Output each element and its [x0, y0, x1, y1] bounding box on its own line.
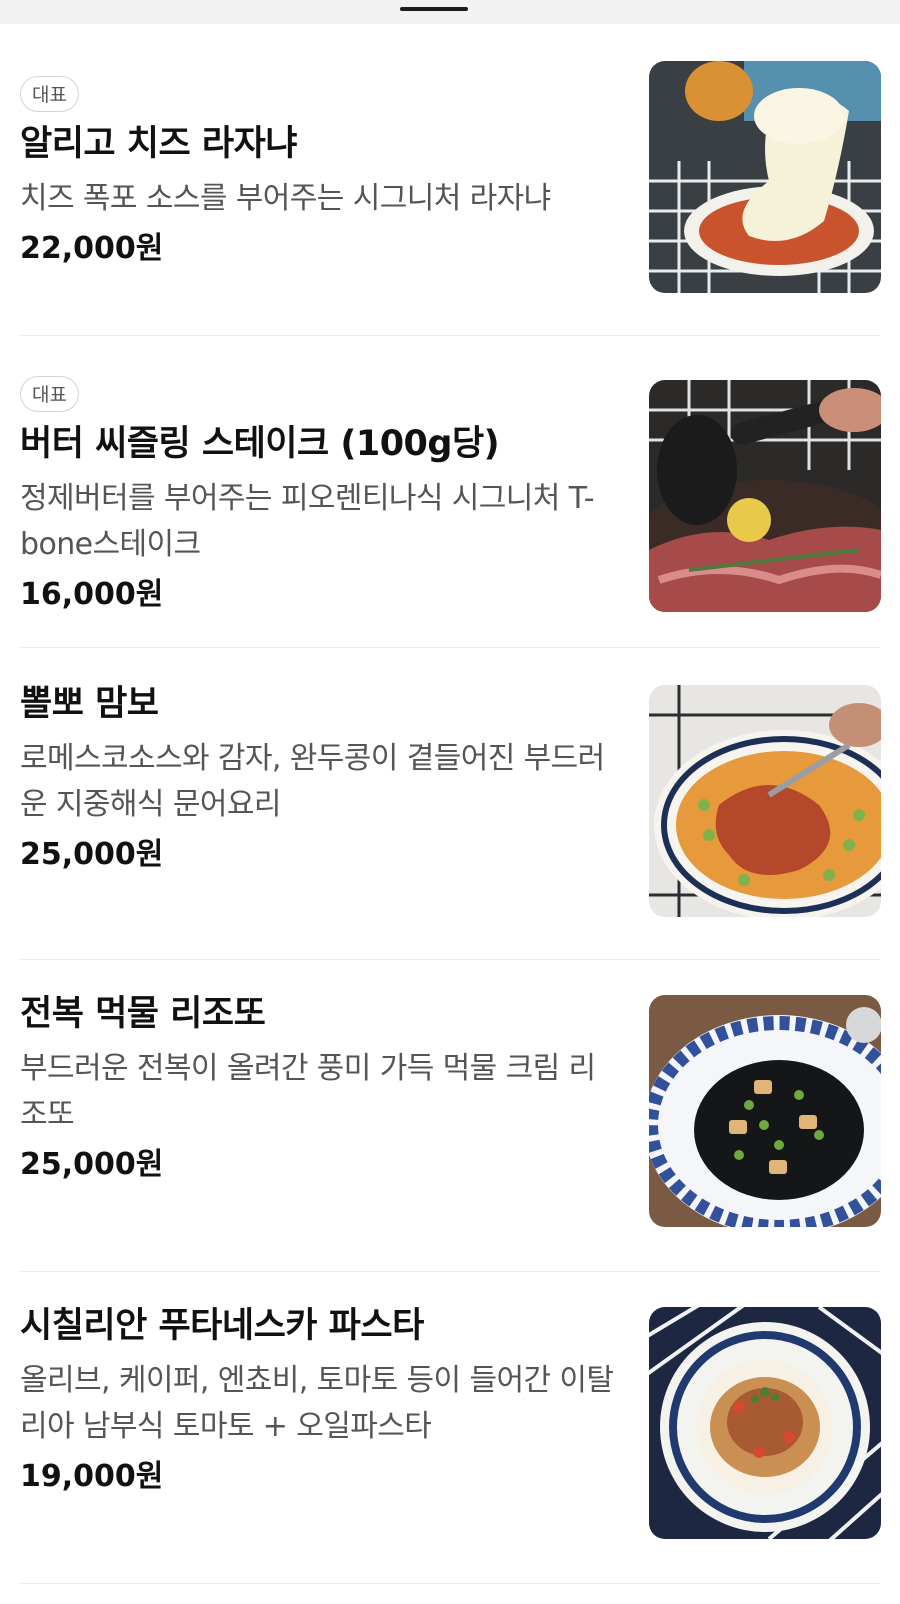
menu-item-text: 대표 알리고 치즈 라자냐 치즈 폭포 소스를 부어주는 시그니처 라자냐 22… [20, 76, 620, 270]
steak-photo[interactable] [649, 380, 881, 612]
menu-item-price: 22,000원 [20, 231, 164, 266]
menu-item-lasagna[interactable]: 대표 알리고 치즈 라자냐 치즈 폭포 소스를 부어주는 시그니처 라자냐 22… [20, 24, 881, 336]
menu-item-text: 시칠리안 푸타네스카 파스타 올리브, 케이퍼, 엔쵸비, 토마토 등이 들어간… [20, 1304, 620, 1498]
polpo-photo[interactable] [649, 685, 881, 917]
menu-item-price: 16,000원 [20, 577, 164, 612]
menu-item-risotto[interactable]: 전복 먹물 리조또 부드러운 전복이 올려간 풍미 가득 먹물 크림 리조또 2… [20, 960, 881, 1272]
menu-item-steak[interactable]: 대표 버터 씨즐링 스테이크 (100g당) 정제버터를 부어주는 피오렌티나식… [20, 336, 881, 648]
menu-item-name: 버터 씨즐링 스테이크 (100g당) [20, 424, 500, 464]
menu-item-price: 25,000원 [20, 837, 164, 872]
signature-badge: 대표 [20, 376, 79, 412]
menu-item-description: 로메스코소스와 감자, 완두콩이 곁들어진 부드러운 지중해식 문어요리 [20, 741, 605, 822]
menu-item-puttanesca[interactable]: 시칠리안 푸타네스카 파스타 올리브, 케이퍼, 엔쵸비, 토마토 등이 들어간… [20, 1272, 881, 1584]
menu-item-text: 대표 버터 씨즐링 스테이크 (100g당) 정제버터를 부어주는 피오렌티나식… [20, 376, 620, 616]
menu-item-description: 부드러운 전복이 올려간 풍미 가득 먹물 크림 리조또 [20, 1051, 596, 1132]
menu-item-text: 전복 먹물 리조또 부드러운 전복이 올려간 풍미 가득 먹물 크림 리조또 2… [20, 992, 620, 1186]
menu-item-description: 정제버터를 부어주는 피오렌티나식 시그니처 T-bone스테이크 [20, 481, 595, 562]
menu-item-price: 25,000원 [20, 1147, 164, 1182]
menu-item-name: 시칠리안 푸타네스카 파스타 [20, 1306, 424, 1346]
risotto-photo[interactable] [649, 995, 881, 1227]
menu-item-polpo[interactable]: 뽈뽀 맘보 로메스코소스와 감자, 완두콩이 곁들어진 부드러운 지중해식 문어… [20, 648, 881, 960]
drag-handle[interactable] [400, 7, 468, 11]
menu-item-price: 19,000원 [20, 1459, 164, 1494]
pasta-photo[interactable] [649, 1307, 881, 1539]
menu-item-name: 전복 먹물 리조또 [20, 994, 266, 1034]
menu-item-text: 뽈뽀 맘보 로메스코소스와 감자, 완두콩이 곁들어진 부드러운 지중해식 문어… [20, 682, 620, 876]
menu-item-name: 뽈뽀 맘보 [20, 684, 159, 724]
menu-item-name: 알리고 치즈 라자냐 [20, 124, 297, 164]
sheet-header [0, 0, 900, 24]
menu-item-description: 올리브, 케이퍼, 엔쵸비, 토마토 등이 들어간 이탈리아 남부식 토마토 +… [20, 1363, 614, 1444]
lasagna-photo[interactable] [649, 61, 881, 293]
signature-badge: 대표 [20, 76, 79, 112]
menu-item-description: 치즈 폭포 소스를 부어주는 시그니처 라자냐 [20, 181, 551, 216]
menu-list: 대표 알리고 치즈 라자냐 치즈 폭포 소스를 부어주는 시그니처 라자냐 22… [0, 24, 900, 1584]
